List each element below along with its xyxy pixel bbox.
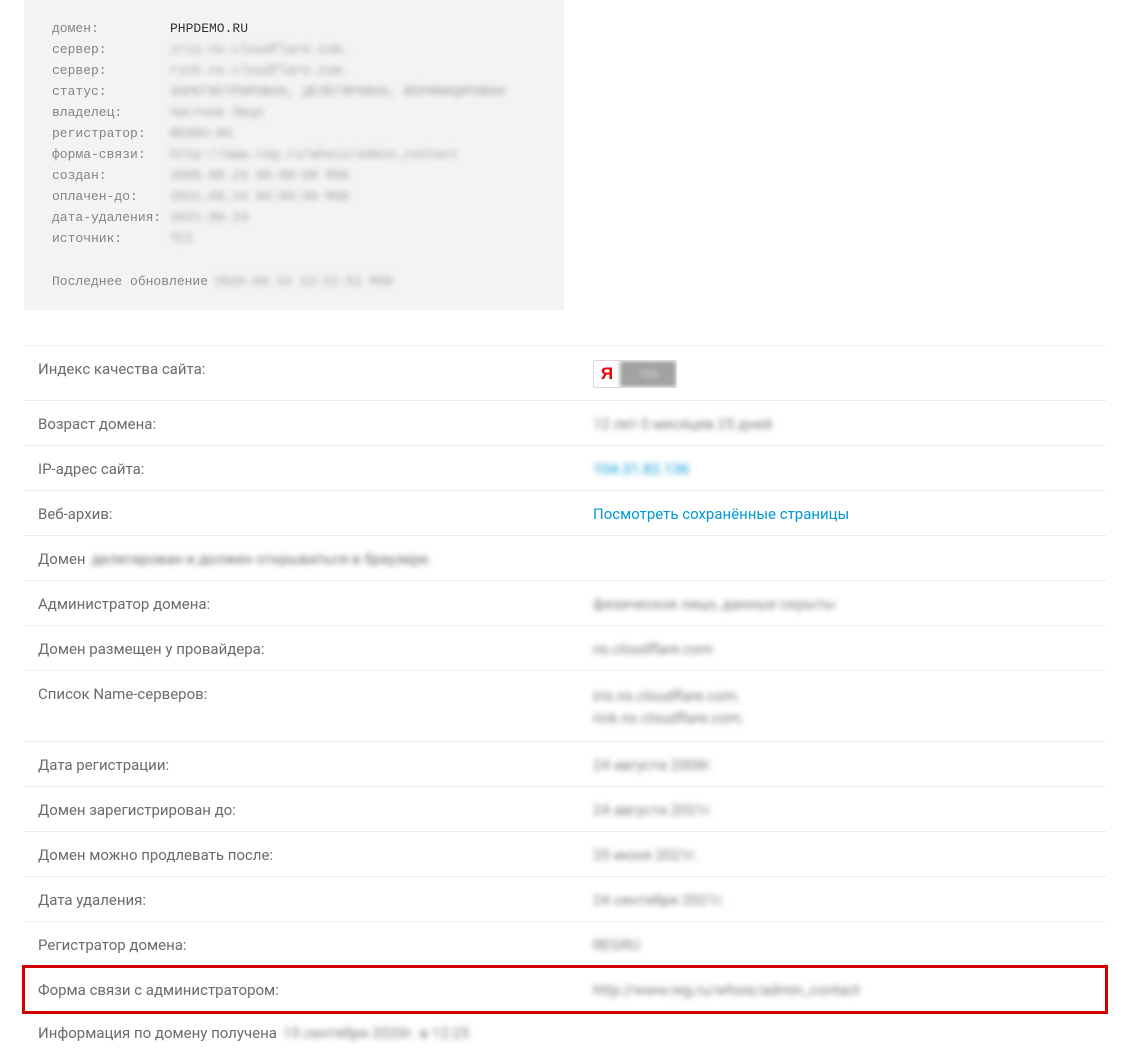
row-registrar: Регистратор домена: REGRU xyxy=(24,922,1106,967)
label-quality: Индекс качества сайта: xyxy=(38,358,593,378)
whois-row-label: сервер: xyxy=(52,60,170,81)
value-ip[interactable]: 104.31.82.136 xyxy=(593,458,689,478)
whois-row: статус:ЗАРЕГИСТРИРОВАН, ДЕЛЕГИРОВАН, ВЕР… xyxy=(52,81,540,102)
value-renew: 25 июня 2021г. xyxy=(593,844,699,864)
whois-rows: домен:PHPDEMO.RUсервер:iris.ns.cloudflar… xyxy=(52,18,540,249)
info-footer-lead: Информация по домену получена xyxy=(38,1024,277,1042)
whois-row-value: rick.ns.cloudflare.com. xyxy=(170,60,349,81)
value-registrar: REGRU xyxy=(593,934,640,954)
row-domain-age: Возраст домена: 12 лет 0 месяцев 25 дней xyxy=(24,401,1106,446)
ns-line-2: rick.ns.cloudflare.com. xyxy=(593,707,745,729)
whois-row-label: дата-удаления: xyxy=(52,207,170,228)
whois-row: создан:2008.08.24 00:00:00 MSK xyxy=(52,165,540,186)
label-admin: Администратор домена: xyxy=(38,593,593,613)
whois-row-label: статус: xyxy=(52,81,170,102)
whois-row-value: 2021.08.24 00:00:00 MSK xyxy=(170,186,349,207)
value-quality: Я 120 xyxy=(593,358,677,388)
whois-row-value: Частное Лицо xyxy=(170,102,264,123)
whois-row: сервер:rick.ns.cloudflare.com. xyxy=(52,60,540,81)
whois-row-label: форма-связи: xyxy=(52,144,170,165)
whois-block: домен:PHPDEMO.RUсервер:iris.ns.cloudflar… xyxy=(24,0,564,310)
ns-line-1: iris.ns.cloudflare.com. xyxy=(593,685,745,707)
label-renew: Домен можно продлевать после: xyxy=(38,844,593,864)
whois-row-value: 2008.08.24 00:00:00 MSK xyxy=(170,165,349,186)
value-delete: 24 сентября 2021г. xyxy=(593,889,726,909)
whois-row-value: 2021.09.24 xyxy=(170,207,248,228)
label-ns: Список Name-серверов: xyxy=(38,683,593,703)
whois-footer-value: 2020.09.15 12:21:51 MSK xyxy=(214,271,393,292)
whois-row-value: PHPDEMO.RU xyxy=(170,18,248,39)
whois-row: форма-связи:http://www.reg.ru/whois/admi… xyxy=(52,144,540,165)
whois-row-label: оплачен-до: xyxy=(52,186,170,207)
value-age: 12 лет 0 месяцев 25 дней xyxy=(593,413,772,433)
label-provider: Домен размещен у провайдера: xyxy=(38,638,593,658)
whois-row-value: REGRU-RU xyxy=(170,123,232,144)
label-domain-status: Домен делегирован и должен открываться в… xyxy=(38,548,593,568)
whois-row-label: создан: xyxy=(52,165,170,186)
row-ip-address: IP-адрес сайта: 104.31.82.136 xyxy=(24,446,1106,491)
link-archive[interactable]: Посмотреть сохранённые страницы xyxy=(593,503,849,523)
row-domain-status: Домен делегирован и должен открываться в… xyxy=(24,536,1106,581)
whois-row-label: регистратор: xyxy=(52,123,170,144)
row-provider: Домен размещен у провайдера: ns.cloudfla… xyxy=(24,626,1106,671)
whois-row-value: http://www.reg.ru/whois/admin_contact xyxy=(170,144,459,165)
whois-row-label: владелец: xyxy=(52,102,170,123)
whois-row: домен:PHPDEMO.RU xyxy=(52,18,540,39)
label-contact-form: Форма связи с администратором: xyxy=(38,979,593,999)
row-delete-date: Дата удаления: 24 сентября 2021г. xyxy=(24,877,1106,922)
label-ip: IP-адрес сайта: xyxy=(38,458,593,478)
domain-status-text: делегирован и должен открываться в брауз… xyxy=(92,550,432,568)
whois-row-label: домен: xyxy=(52,18,170,39)
yandex-badge-value: 120 xyxy=(620,361,676,387)
row-admin: Администратор домена: физическое лицо, д… xyxy=(24,581,1106,626)
label-reg-date: Дата регистрации: xyxy=(38,754,593,774)
label-delete: Дата удаления: xyxy=(38,889,593,909)
row-reg-until: Домен зарегистрирован до: 24 августа 202… xyxy=(24,787,1106,832)
row-web-archive: Веб-архив: Посмотреть сохранённые страни… xyxy=(24,491,1106,536)
row-quality-index: Индекс качества сайта: Я 120 xyxy=(24,345,1106,401)
info-footer-value: 15 сентября 2020г. в 12:25 xyxy=(283,1024,469,1042)
whois-row: регистратор:REGRU-RU xyxy=(52,123,540,144)
row-reg-date: Дата регистрации: 24 августа 2008г. xyxy=(24,742,1106,787)
row-renew-after: Домен можно продлевать после: 25 июня 20… xyxy=(24,832,1106,877)
whois-last-update: Последнее обновление 2020.09.15 12:21:51… xyxy=(52,271,540,292)
whois-row: сервер:iris.ns.cloudflare.com. xyxy=(52,39,540,60)
label-registrar: Регистратор домена: xyxy=(38,934,593,954)
whois-row-value: TCI xyxy=(170,228,193,249)
whois-row-label: сервер: xyxy=(52,39,170,60)
whois-row: источник:TCI xyxy=(52,228,540,249)
value-reg-until: 24 августа 2021г. xyxy=(593,799,714,819)
whois-footer-label: Последнее обновление xyxy=(52,271,208,292)
whois-row: владелец:Частное Лицо xyxy=(52,102,540,123)
label-archive: Веб-архив: xyxy=(38,503,593,523)
value-reg-date: 24 августа 2008г. xyxy=(593,754,714,774)
whois-row: дата-удаления:2021.09.24 xyxy=(52,207,540,228)
yandex-icon: Я xyxy=(594,361,620,387)
yandex-badge: Я 120 xyxy=(593,360,677,388)
value-contact-form[interactable]: http://www.reg.ru/whois/admin_contact xyxy=(593,979,860,999)
value-admin: физическое лицо, данные скрыты xyxy=(593,593,835,613)
value-provider: ns.cloudflare.com xyxy=(593,638,713,658)
value-ns: iris.ns.cloudflare.com. rick.ns.cloudfla… xyxy=(593,683,745,729)
row-nameservers: Список Name-серверов: iris.ns.cloudflare… xyxy=(24,671,1106,742)
row-info-received: Информация по домену получена 15 сентябр… xyxy=(24,1012,1106,1054)
whois-row: оплачен-до:2021.08.24 00:00:00 MSK xyxy=(52,186,540,207)
whois-row-value: iris.ns.cloudflare.com. xyxy=(170,39,349,60)
whois-row-label: источник: xyxy=(52,228,170,249)
domain-info-table: Индекс качества сайта: Я 120 Возраст дом… xyxy=(24,345,1106,1054)
label-age: Возраст домена: xyxy=(38,413,593,433)
label-reg-until: Домен зарегистрирован до: xyxy=(38,799,593,819)
domain-status-lead: Домен xyxy=(38,550,86,568)
whois-row-value: ЗАРЕГИСТРИРОВАН, ДЕЛЕГИРОВАН, ВЕРИФИЦИРО… xyxy=(170,81,505,102)
row-admin-contact-form: Форма связи с администратором: http://ww… xyxy=(24,967,1106,1012)
